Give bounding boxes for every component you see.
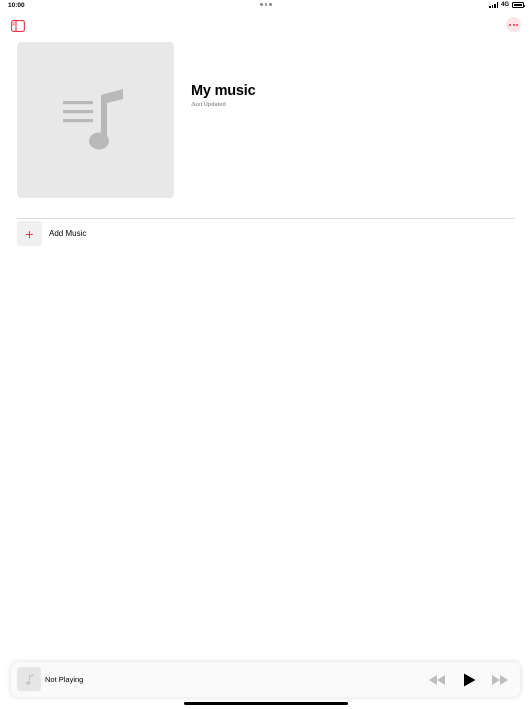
sidebar-toggle-button[interactable] xyxy=(11,19,25,32)
mini-player-artwork xyxy=(17,667,41,691)
playlist-title: My music xyxy=(191,83,256,99)
multitasking-dots-icon[interactable] xyxy=(260,3,272,6)
add-music-label: Add Music xyxy=(49,229,87,238)
play-icon xyxy=(463,673,475,686)
playlist-artwork xyxy=(17,42,174,198)
music-note-icon xyxy=(25,673,33,685)
music-note-icon xyxy=(62,89,123,150)
home-indicator[interactable] xyxy=(184,702,348,705)
play-button[interactable] xyxy=(462,672,476,687)
status-bar: 10:00 4G xyxy=(0,0,532,12)
forward-icon xyxy=(492,674,508,685)
add-music-button[interactable]: + Add Music xyxy=(17,221,515,246)
mini-player[interactable]: Not Playing xyxy=(11,662,520,697)
forward-button[interactable] xyxy=(492,672,508,687)
network-type: 4G xyxy=(500,2,509,8)
ellipsis-icon xyxy=(509,23,512,26)
rewind-icon xyxy=(429,674,445,685)
rewind-button[interactable] xyxy=(429,672,445,687)
more-options-button[interactable] xyxy=(506,17,521,32)
status-indicators: 4G xyxy=(489,2,526,8)
now-playing-label: Not Playing xyxy=(45,675,84,684)
status-time: 10:00 xyxy=(8,2,25,9)
divider xyxy=(17,218,515,219)
sidebar-toggle-icon xyxy=(11,20,25,32)
plus-icon: + xyxy=(17,221,42,246)
playlist-subtitle: Just Updated xyxy=(191,102,226,108)
signal-icon xyxy=(489,2,498,8)
battery-icon xyxy=(512,2,526,8)
